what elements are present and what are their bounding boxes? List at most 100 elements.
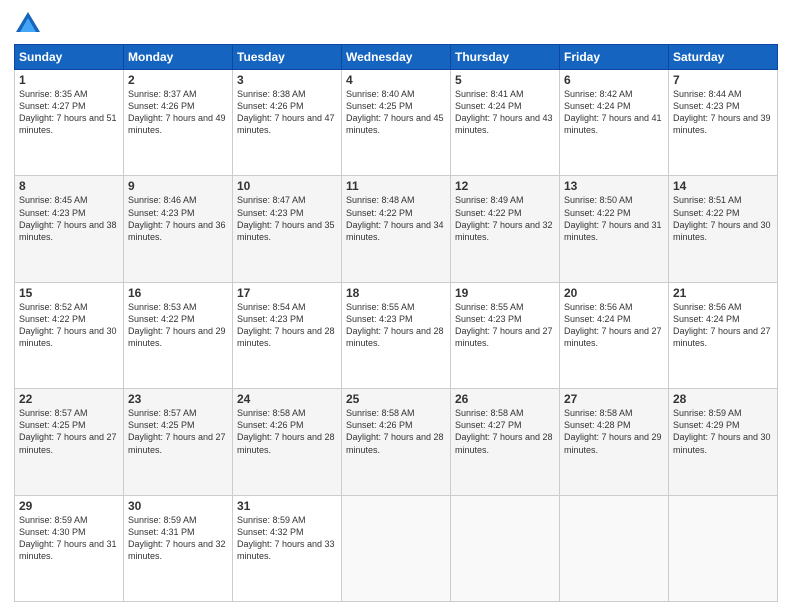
week-row-2: 8 Sunrise: 8:45 AM Sunset: 4:23 PM Dayli…: [15, 176, 778, 282]
col-header-tuesday: Tuesday: [233, 45, 342, 70]
cell-info: Sunrise: 8:55 AM Sunset: 4:23 PM Dayligh…: [455, 301, 555, 350]
cell-info: Sunrise: 8:58 AM Sunset: 4:26 PM Dayligh…: [237, 407, 337, 456]
col-header-friday: Friday: [560, 45, 669, 70]
cell-info: Sunrise: 8:58 AM Sunset: 4:27 PM Dayligh…: [455, 407, 555, 456]
day-cell: 7 Sunrise: 8:44 AM Sunset: 4:23 PM Dayli…: [669, 70, 778, 176]
day-number: 6: [564, 73, 664, 87]
day-cell: 5 Sunrise: 8:41 AM Sunset: 4:24 PM Dayli…: [451, 70, 560, 176]
day-number: 27: [564, 392, 664, 406]
day-cell: 30 Sunrise: 8:59 AM Sunset: 4:31 PM Dayl…: [124, 495, 233, 601]
day-number: 26: [455, 392, 555, 406]
day-cell: 14 Sunrise: 8:51 AM Sunset: 4:22 PM Dayl…: [669, 176, 778, 282]
cell-info: Sunrise: 8:45 AM Sunset: 4:23 PM Dayligh…: [19, 194, 119, 243]
day-cell: [342, 495, 451, 601]
cell-info: Sunrise: 8:57 AM Sunset: 4:25 PM Dayligh…: [128, 407, 228, 456]
day-number: 17: [237, 286, 337, 300]
day-cell: 22 Sunrise: 8:57 AM Sunset: 4:25 PM Dayl…: [15, 389, 124, 495]
day-cell: [451, 495, 560, 601]
day-cell: 27 Sunrise: 8:58 AM Sunset: 4:28 PM Dayl…: [560, 389, 669, 495]
cell-info: Sunrise: 8:59 AM Sunset: 4:30 PM Dayligh…: [19, 514, 119, 563]
day-number: 16: [128, 286, 228, 300]
cell-info: Sunrise: 8:59 AM Sunset: 4:32 PM Dayligh…: [237, 514, 337, 563]
day-number: 24: [237, 392, 337, 406]
logo: [14, 10, 46, 38]
day-cell: 15 Sunrise: 8:52 AM Sunset: 4:22 PM Dayl…: [15, 282, 124, 388]
day-number: 21: [673, 286, 773, 300]
cell-info: Sunrise: 8:59 AM Sunset: 4:29 PM Dayligh…: [673, 407, 773, 456]
day-number: 7: [673, 73, 773, 87]
day-cell: 11 Sunrise: 8:48 AM Sunset: 4:22 PM Dayl…: [342, 176, 451, 282]
day-number: 23: [128, 392, 228, 406]
day-number: 9: [128, 179, 228, 193]
week-row-3: 15 Sunrise: 8:52 AM Sunset: 4:22 PM Dayl…: [15, 282, 778, 388]
day-cell: [560, 495, 669, 601]
day-number: 1: [19, 73, 119, 87]
col-header-sunday: Sunday: [15, 45, 124, 70]
day-number: 28: [673, 392, 773, 406]
day-cell: 8 Sunrise: 8:45 AM Sunset: 4:23 PM Dayli…: [15, 176, 124, 282]
header-row: SundayMondayTuesdayWednesdayThursdayFrid…: [15, 45, 778, 70]
day-cell: 17 Sunrise: 8:54 AM Sunset: 4:23 PM Dayl…: [233, 282, 342, 388]
day-cell: 23 Sunrise: 8:57 AM Sunset: 4:25 PM Dayl…: [124, 389, 233, 495]
cell-info: Sunrise: 8:56 AM Sunset: 4:24 PM Dayligh…: [564, 301, 664, 350]
day-cell: 13 Sunrise: 8:50 AM Sunset: 4:22 PM Dayl…: [560, 176, 669, 282]
cell-info: Sunrise: 8:44 AM Sunset: 4:23 PM Dayligh…: [673, 88, 773, 137]
cell-info: Sunrise: 8:47 AM Sunset: 4:23 PM Dayligh…: [237, 194, 337, 243]
day-number: 2: [128, 73, 228, 87]
cell-info: Sunrise: 8:37 AM Sunset: 4:26 PM Dayligh…: [128, 88, 228, 137]
cell-info: Sunrise: 8:57 AM Sunset: 4:25 PM Dayligh…: [19, 407, 119, 456]
day-cell: 12 Sunrise: 8:49 AM Sunset: 4:22 PM Dayl…: [451, 176, 560, 282]
day-number: 8: [19, 179, 119, 193]
day-cell: 21 Sunrise: 8:56 AM Sunset: 4:24 PM Dayl…: [669, 282, 778, 388]
day-cell: 28 Sunrise: 8:59 AM Sunset: 4:29 PM Dayl…: [669, 389, 778, 495]
cell-info: Sunrise: 8:53 AM Sunset: 4:22 PM Dayligh…: [128, 301, 228, 350]
cell-info: Sunrise: 8:59 AM Sunset: 4:31 PM Dayligh…: [128, 514, 228, 563]
week-row-5: 29 Sunrise: 8:59 AM Sunset: 4:30 PM Dayl…: [15, 495, 778, 601]
day-cell: 24 Sunrise: 8:58 AM Sunset: 4:26 PM Dayl…: [233, 389, 342, 495]
day-number: 14: [673, 179, 773, 193]
cell-info: Sunrise: 8:40 AM Sunset: 4:25 PM Dayligh…: [346, 88, 446, 137]
cell-info: Sunrise: 8:55 AM Sunset: 4:23 PM Dayligh…: [346, 301, 446, 350]
day-number: 4: [346, 73, 446, 87]
cell-info: Sunrise: 8:41 AM Sunset: 4:24 PM Dayligh…: [455, 88, 555, 137]
day-number: 18: [346, 286, 446, 300]
week-row-4: 22 Sunrise: 8:57 AM Sunset: 4:25 PM Dayl…: [15, 389, 778, 495]
day-number: 12: [455, 179, 555, 193]
cell-info: Sunrise: 8:48 AM Sunset: 4:22 PM Dayligh…: [346, 194, 446, 243]
day-number: 5: [455, 73, 555, 87]
day-cell: 9 Sunrise: 8:46 AM Sunset: 4:23 PM Dayli…: [124, 176, 233, 282]
cell-info: Sunrise: 8:54 AM Sunset: 4:23 PM Dayligh…: [237, 301, 337, 350]
day-number: 20: [564, 286, 664, 300]
day-cell: 4 Sunrise: 8:40 AM Sunset: 4:25 PM Dayli…: [342, 70, 451, 176]
day-cell: 18 Sunrise: 8:55 AM Sunset: 4:23 PM Dayl…: [342, 282, 451, 388]
cell-info: Sunrise: 8:51 AM Sunset: 4:22 PM Dayligh…: [673, 194, 773, 243]
day-number: 15: [19, 286, 119, 300]
day-cell: 10 Sunrise: 8:47 AM Sunset: 4:23 PM Dayl…: [233, 176, 342, 282]
day-number: 10: [237, 179, 337, 193]
col-header-thursday: Thursday: [451, 45, 560, 70]
header: [14, 10, 778, 38]
col-header-monday: Monday: [124, 45, 233, 70]
day-number: 13: [564, 179, 664, 193]
day-cell: 31 Sunrise: 8:59 AM Sunset: 4:32 PM Dayl…: [233, 495, 342, 601]
day-cell: [669, 495, 778, 601]
day-cell: 26 Sunrise: 8:58 AM Sunset: 4:27 PM Dayl…: [451, 389, 560, 495]
day-number: 22: [19, 392, 119, 406]
cell-info: Sunrise: 8:46 AM Sunset: 4:23 PM Dayligh…: [128, 194, 228, 243]
cell-info: Sunrise: 8:50 AM Sunset: 4:22 PM Dayligh…: [564, 194, 664, 243]
day-number: 29: [19, 499, 119, 513]
day-number: 19: [455, 286, 555, 300]
day-cell: 25 Sunrise: 8:58 AM Sunset: 4:26 PM Dayl…: [342, 389, 451, 495]
col-header-wednesday: Wednesday: [342, 45, 451, 70]
day-cell: 29 Sunrise: 8:59 AM Sunset: 4:30 PM Dayl…: [15, 495, 124, 601]
day-number: 30: [128, 499, 228, 513]
day-number: 31: [237, 499, 337, 513]
day-number: 25: [346, 392, 446, 406]
day-cell: 2 Sunrise: 8:37 AM Sunset: 4:26 PM Dayli…: [124, 70, 233, 176]
cell-info: Sunrise: 8:58 AM Sunset: 4:26 PM Dayligh…: [346, 407, 446, 456]
day-cell: 3 Sunrise: 8:38 AM Sunset: 4:26 PM Dayli…: [233, 70, 342, 176]
day-cell: 20 Sunrise: 8:56 AM Sunset: 4:24 PM Dayl…: [560, 282, 669, 388]
col-header-saturday: Saturday: [669, 45, 778, 70]
calendar-table: SundayMondayTuesdayWednesdayThursdayFrid…: [14, 44, 778, 602]
day-cell: 6 Sunrise: 8:42 AM Sunset: 4:24 PM Dayli…: [560, 70, 669, 176]
